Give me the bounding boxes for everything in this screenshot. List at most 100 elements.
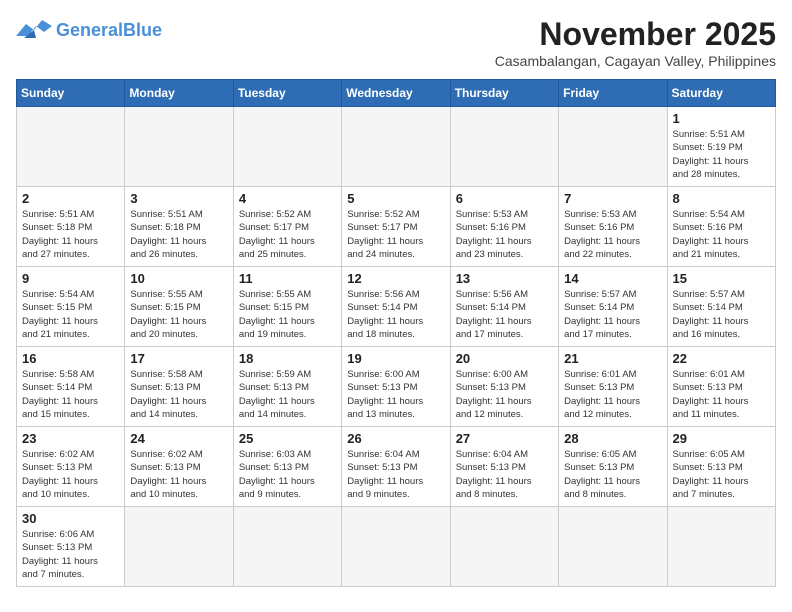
day-number: 19 xyxy=(347,351,444,366)
location-subtitle: Casambalangan, Cagayan Valley, Philippin… xyxy=(495,53,776,69)
day-number: 21 xyxy=(564,351,661,366)
calendar-cell xyxy=(233,507,341,587)
calendar-cell xyxy=(125,107,233,187)
calendar-cell: 14Sunrise: 5:57 AM Sunset: 5:14 PM Dayli… xyxy=(559,267,667,347)
month-year-title: November 2025 xyxy=(495,16,776,53)
weekday-header-wednesday: Wednesday xyxy=(342,80,450,107)
calendar-week-row: 9 Sunrise: 5:54 AM Sunset: 5:15 PM Daylig… xyxy=(17,267,776,347)
cell-info: Sunrise: 5:57 AM Sunset: 5:14 PM Dayligh… xyxy=(673,288,770,341)
calendar-cell xyxy=(559,507,667,587)
calendar-week-row: 1 Sunrise: 5:51 AM Sunset: 5:19 PM Daylig… xyxy=(17,107,776,187)
calendar-cell: 9 Sunrise: 5:54 AM Sunset: 5:15 PM Daylig… xyxy=(17,267,125,347)
day-number: 26 xyxy=(347,431,444,446)
cell-info: Sunrise: 5:54 AM Sunset: 5:16 PM Dayligh… xyxy=(673,208,770,261)
calendar-cell: 5Sunrise: 5:52 AM Sunset: 5:17 PM Daylig… xyxy=(342,187,450,267)
page-header: GeneralBlue November 2025 Casambalangan,… xyxy=(16,16,776,69)
day-number: 8 xyxy=(673,191,770,206)
day-number: 20 xyxy=(456,351,553,366)
weekday-header-friday: Friday xyxy=(559,80,667,107)
calendar-cell: 17 Sunrise: 5:58 AM Sunset: 5:13 PM Dayli… xyxy=(125,347,233,427)
calendar-cell: 29 Sunrise: 6:05 AM Sunset: 5:13 PM Dayli… xyxy=(667,427,775,507)
cell-info: Sunrise: 5:58 AM Sunset: 5:13 PM Dayligh… xyxy=(130,368,227,421)
calendar-cell: 10Sunrise: 5:55 AM Sunset: 5:15 PM Dayli… xyxy=(125,267,233,347)
calendar-week-row: 30Sunrise: 6:06 AM Sunset: 5:13 PM Dayli… xyxy=(17,507,776,587)
weekday-header-tuesday: Tuesday xyxy=(233,80,341,107)
cell-info: Sunrise: 5:51 AM Sunset: 5:18 PM Dayligh… xyxy=(22,208,119,261)
day-number: 18 xyxy=(239,351,336,366)
day-number: 7 xyxy=(564,191,661,206)
day-number: 5 xyxy=(347,191,444,206)
cell-info: Sunrise: 6:01 AM Sunset: 5:13 PM Dayligh… xyxy=(564,368,661,421)
title-block: November 2025 Casambalangan, Cagayan Val… xyxy=(495,16,776,69)
calendar-cell: 12Sunrise: 5:56 AM Sunset: 5:14 PM Dayli… xyxy=(342,267,450,347)
calendar-cell: 3Sunrise: 5:51 AM Sunset: 5:18 PM Daylig… xyxy=(125,187,233,267)
calendar-cell: 21 Sunrise: 6:01 AM Sunset: 5:13 PM Dayli… xyxy=(559,347,667,427)
day-number: 11 xyxy=(239,271,336,286)
day-number: 22 xyxy=(673,351,770,366)
calendar-cell: 11 Sunrise: 5:55 AM Sunset: 5:15 PM Dayli… xyxy=(233,267,341,347)
logo: GeneralBlue xyxy=(16,16,162,46)
calendar-cell xyxy=(17,107,125,187)
calendar-cell: 24Sunrise: 6:02 AM Sunset: 5:13 PM Dayli… xyxy=(125,427,233,507)
cell-info: Sunrise: 5:56 AM Sunset: 5:14 PM Dayligh… xyxy=(456,288,553,341)
cell-info: Sunrise: 6:04 AM Sunset: 5:13 PM Dayligh… xyxy=(456,448,553,501)
logo-text: GeneralBlue xyxy=(56,21,162,41)
cell-info: Sunrise: 5:56 AM Sunset: 5:14 PM Dayligh… xyxy=(347,288,444,341)
cell-info: Sunrise: 6:01 AM Sunset: 5:13 PM Dayligh… xyxy=(673,368,770,421)
cell-info: Sunrise: 6:02 AM Sunset: 5:13 PM Dayligh… xyxy=(22,448,119,501)
calendar-table: SundayMondayTuesdayWednesdayThursdayFrid… xyxy=(16,79,776,587)
calendar-cell: 4 Sunrise: 5:52 AM Sunset: 5:17 PM Daylig… xyxy=(233,187,341,267)
weekday-header-monday: Monday xyxy=(125,80,233,107)
cell-info: Sunrise: 5:54 AM Sunset: 5:15 PM Dayligh… xyxy=(22,288,119,341)
calendar-cell: 15 Sunrise: 5:57 AM Sunset: 5:14 PM Dayli… xyxy=(667,267,775,347)
calendar-cell: 19 Sunrise: 6:00 AM Sunset: 5:13 PM Dayli… xyxy=(342,347,450,427)
cell-info: Sunrise: 6:00 AM Sunset: 5:13 PM Dayligh… xyxy=(456,368,553,421)
calendar-cell: 26Sunrise: 6:04 AM Sunset: 5:13 PM Dayli… xyxy=(342,427,450,507)
calendar-cell: 6 Sunrise: 5:53 AM Sunset: 5:16 PM Daylig… xyxy=(450,187,558,267)
calendar-cell xyxy=(450,507,558,587)
cell-info: Sunrise: 6:03 AM Sunset: 5:13 PM Dayligh… xyxy=(239,448,336,501)
cell-info: Sunrise: 5:53 AM Sunset: 5:16 PM Dayligh… xyxy=(456,208,553,261)
logo-icon xyxy=(16,16,52,46)
calendar-cell: 20 Sunrise: 6:00 AM Sunset: 5:13 PM Dayli… xyxy=(450,347,558,427)
day-number: 29 xyxy=(673,431,770,446)
weekday-header-thursday: Thursday xyxy=(450,80,558,107)
cell-info: Sunrise: 5:58 AM Sunset: 5:14 PM Dayligh… xyxy=(22,368,119,421)
weekday-header-sunday: Sunday xyxy=(17,80,125,107)
cell-info: Sunrise: 5:52 AM Sunset: 5:17 PM Dayligh… xyxy=(239,208,336,261)
cell-info: Sunrise: 5:55 AM Sunset: 5:15 PM Dayligh… xyxy=(239,288,336,341)
cell-info: Sunrise: 6:00 AM Sunset: 5:13 PM Dayligh… xyxy=(347,368,444,421)
calendar-cell xyxy=(559,107,667,187)
calendar-cell: 7 Sunrise: 5:53 AM Sunset: 5:16 PM Daylig… xyxy=(559,187,667,267)
calendar-cell: 8 Sunrise: 5:54 AM Sunset: 5:16 PM Daylig… xyxy=(667,187,775,267)
cell-info: Sunrise: 5:51 AM Sunset: 5:18 PM Dayligh… xyxy=(130,208,227,261)
day-number: 17 xyxy=(130,351,227,366)
calendar-week-row: 23 Sunrise: 6:02 AM Sunset: 5:13 PM Dayli… xyxy=(17,427,776,507)
calendar-cell xyxy=(125,507,233,587)
day-number: 9 xyxy=(22,271,119,286)
weekday-header-saturday: Saturday xyxy=(667,80,775,107)
cell-info: Sunrise: 5:53 AM Sunset: 5:16 PM Dayligh… xyxy=(564,208,661,261)
cell-info: Sunrise: 6:05 AM Sunset: 5:13 PM Dayligh… xyxy=(673,448,770,501)
day-number: 1 xyxy=(673,111,770,126)
day-number: 23 xyxy=(22,431,119,446)
day-number: 25 xyxy=(239,431,336,446)
day-number: 10 xyxy=(130,271,227,286)
day-number: 24 xyxy=(130,431,227,446)
calendar-cell: 23 Sunrise: 6:02 AM Sunset: 5:13 PM Dayli… xyxy=(17,427,125,507)
cell-info: Sunrise: 5:59 AM Sunset: 5:13 PM Dayligh… xyxy=(239,368,336,421)
calendar-cell: 30Sunrise: 6:06 AM Sunset: 5:13 PM Dayli… xyxy=(17,507,125,587)
day-number: 15 xyxy=(673,271,770,286)
calendar-cell: 2Sunrise: 5:51 AM Sunset: 5:18 PM Daylig… xyxy=(17,187,125,267)
day-number: 6 xyxy=(456,191,553,206)
day-number: 4 xyxy=(239,191,336,206)
calendar-cell: 18 Sunrise: 5:59 AM Sunset: 5:13 PM Dayli… xyxy=(233,347,341,427)
calendar-cell: 13 Sunrise: 5:56 AM Sunset: 5:14 PM Dayli… xyxy=(450,267,558,347)
calendar-cell xyxy=(450,107,558,187)
cell-info: Sunrise: 5:51 AM Sunset: 5:19 PM Dayligh… xyxy=(673,128,770,181)
calendar-cell: 22 Sunrise: 6:01 AM Sunset: 5:13 PM Dayli… xyxy=(667,347,775,427)
day-number: 13 xyxy=(456,271,553,286)
calendar-cell: 27 Sunrise: 6:04 AM Sunset: 5:13 PM Dayli… xyxy=(450,427,558,507)
calendar-cell: 16Sunrise: 5:58 AM Sunset: 5:14 PM Dayli… xyxy=(17,347,125,427)
day-number: 27 xyxy=(456,431,553,446)
